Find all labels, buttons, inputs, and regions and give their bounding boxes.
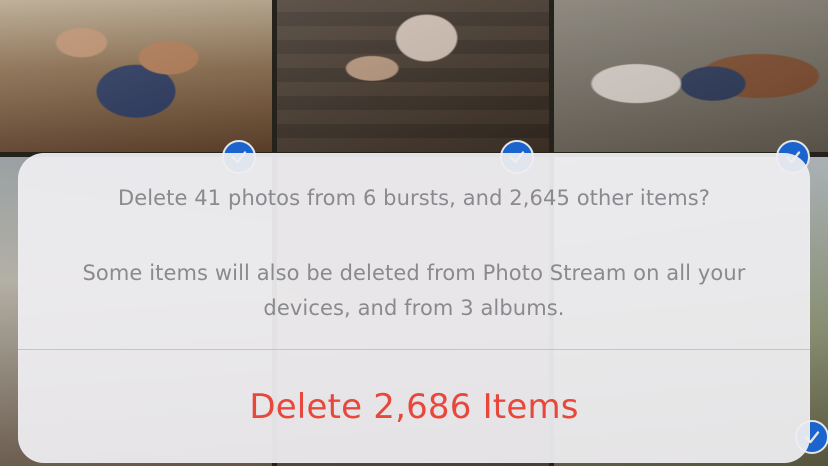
alert-title: Delete 41 photos from 6 bursts, and 2,64… [117,186,711,210]
delete-action-sheet: Delete 41 photos from 6 bursts, and 2,64… [18,153,810,463]
delete-items-button[interactable]: Delete 2,686 Items [18,350,810,463]
alert-detail-message: Some items will also be deleted from Pho… [82,261,746,320]
alert-message-area: Delete 41 photos from 6 bursts, and 2,64… [18,153,810,349]
